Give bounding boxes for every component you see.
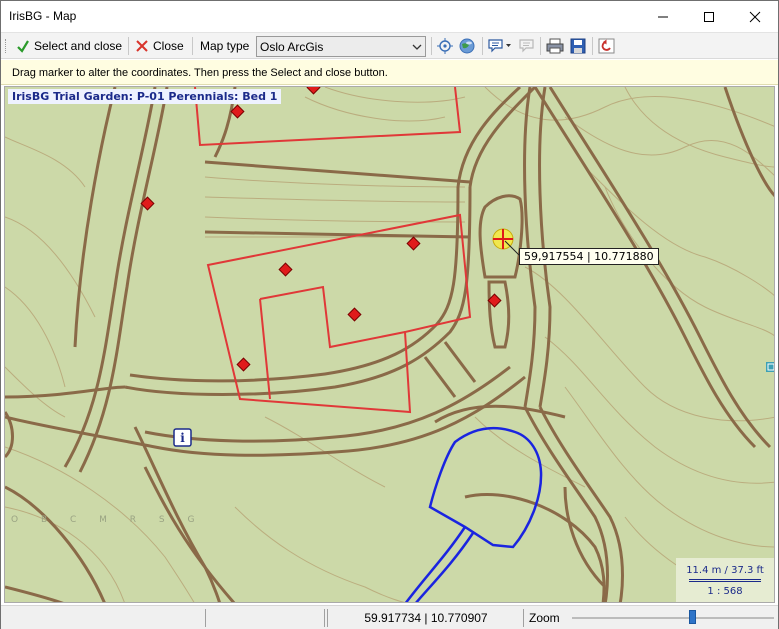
- close-window-button[interactable]: [732, 1, 778, 32]
- toolbar-separator: [540, 37, 541, 55]
- window-title: IrisBG - Map: [9, 9, 77, 23]
- select-and-close-label: Select and close: [34, 39, 123, 53]
- comment-disabled-button[interactable]: [517, 37, 537, 55]
- comment-dropdown-button[interactable]: [487, 37, 515, 55]
- map-edge-handle-icon: [766, 362, 774, 372]
- globe-button[interactable]: [457, 37, 477, 55]
- toolbar-separator: [431, 37, 432, 55]
- chevron-down-icon: [412, 44, 422, 50]
- instruction-bar: Drag marker to alter the coordinates. Th…: [1, 60, 778, 85]
- map-type-select[interactable]: Oslo ArcGis: [256, 36, 426, 57]
- close-icon: [749, 11, 761, 23]
- status-separator: [324, 609, 325, 627]
- scale-distance: 11.4 m / 37.3 ft: [686, 565, 764, 576]
- instruction-text: Drag marker to alter the coordinates. Th…: [12, 67, 388, 79]
- svg-text:i: i: [180, 431, 185, 445]
- status-separator: [327, 609, 328, 627]
- map-drawing[interactable]: i O B C M R S G: [5, 87, 775, 603]
- minimize-icon: [658, 16, 668, 18]
- comment-icon: [488, 39, 511, 53]
- map-window: IrisBG - Map Select and close Close Map …: [0, 0, 779, 629]
- minimize-button[interactable]: [640, 1, 686, 32]
- checkmark-icon: [17, 40, 29, 53]
- map-title: IrisBG Trial Garden: P-01 Perennials: Be…: [8, 89, 282, 104]
- undo-icon: [598, 38, 615, 54]
- print-button[interactable]: [545, 37, 565, 55]
- info-marker-icon: i: [173, 428, 192, 447]
- maximize-icon: [704, 12, 714, 22]
- toolbar-grip[interactable]: [5, 39, 8, 53]
- scale-bar: [689, 579, 761, 582]
- toolbar: Select and close Close Map type Oslo Arc…: [1, 32, 778, 59]
- map-scale: 11.4 m / 37.3 ft 1 : 568: [676, 558, 774, 602]
- map-type-label: Map type: [200, 39, 250, 53]
- maximize-button[interactable]: [686, 1, 732, 32]
- map-watermark: O B C M R S G: [11, 515, 204, 525]
- save-button[interactable]: [568, 37, 588, 55]
- title-bar: IrisBG - Map: [1, 1, 778, 32]
- scale-ratio: 1 : 568: [707, 586, 743, 597]
- toolbar-separator: [192, 37, 193, 55]
- status-bar: 59.917734 | 10.770907 Zoom: [1, 605, 778, 629]
- comment-icon: [519, 39, 534, 53]
- x-icon: [136, 40, 148, 52]
- zoom-slider-thumb[interactable]: [689, 610, 697, 624]
- zoom-label: Zoom: [529, 611, 560, 625]
- zoom-slider-track[interactable]: [572, 617, 774, 619]
- reset-button[interactable]: [597, 37, 617, 55]
- status-separator: [205, 609, 206, 627]
- printer-icon: [546, 38, 564, 54]
- save-icon: [570, 38, 586, 54]
- close-button[interactable]: Close: [132, 36, 187, 56]
- cursor-coordinates: 59.917734 | 10.770907: [364, 611, 488, 625]
- status-separator: [523, 609, 524, 627]
- marker-coordinates-tooltip: 59,917554 | 10.771880: [519, 248, 659, 265]
- map-type-value: Oslo ArcGis: [260, 40, 324, 54]
- globe-icon: [459, 38, 475, 54]
- locate-button[interactable]: [435, 37, 455, 55]
- toolbar-separator: [128, 37, 129, 55]
- close-label: Close: [153, 39, 184, 53]
- toolbar-separator: [592, 37, 593, 55]
- select-and-close-button[interactable]: Select and close: [13, 36, 125, 56]
- toolbar-separator: [482, 37, 483, 55]
- crosshair-locate-icon: [437, 38, 453, 54]
- map-canvas[interactable]: i O B C M R S G IrisBG Trial Garden: P-0…: [4, 86, 775, 603]
